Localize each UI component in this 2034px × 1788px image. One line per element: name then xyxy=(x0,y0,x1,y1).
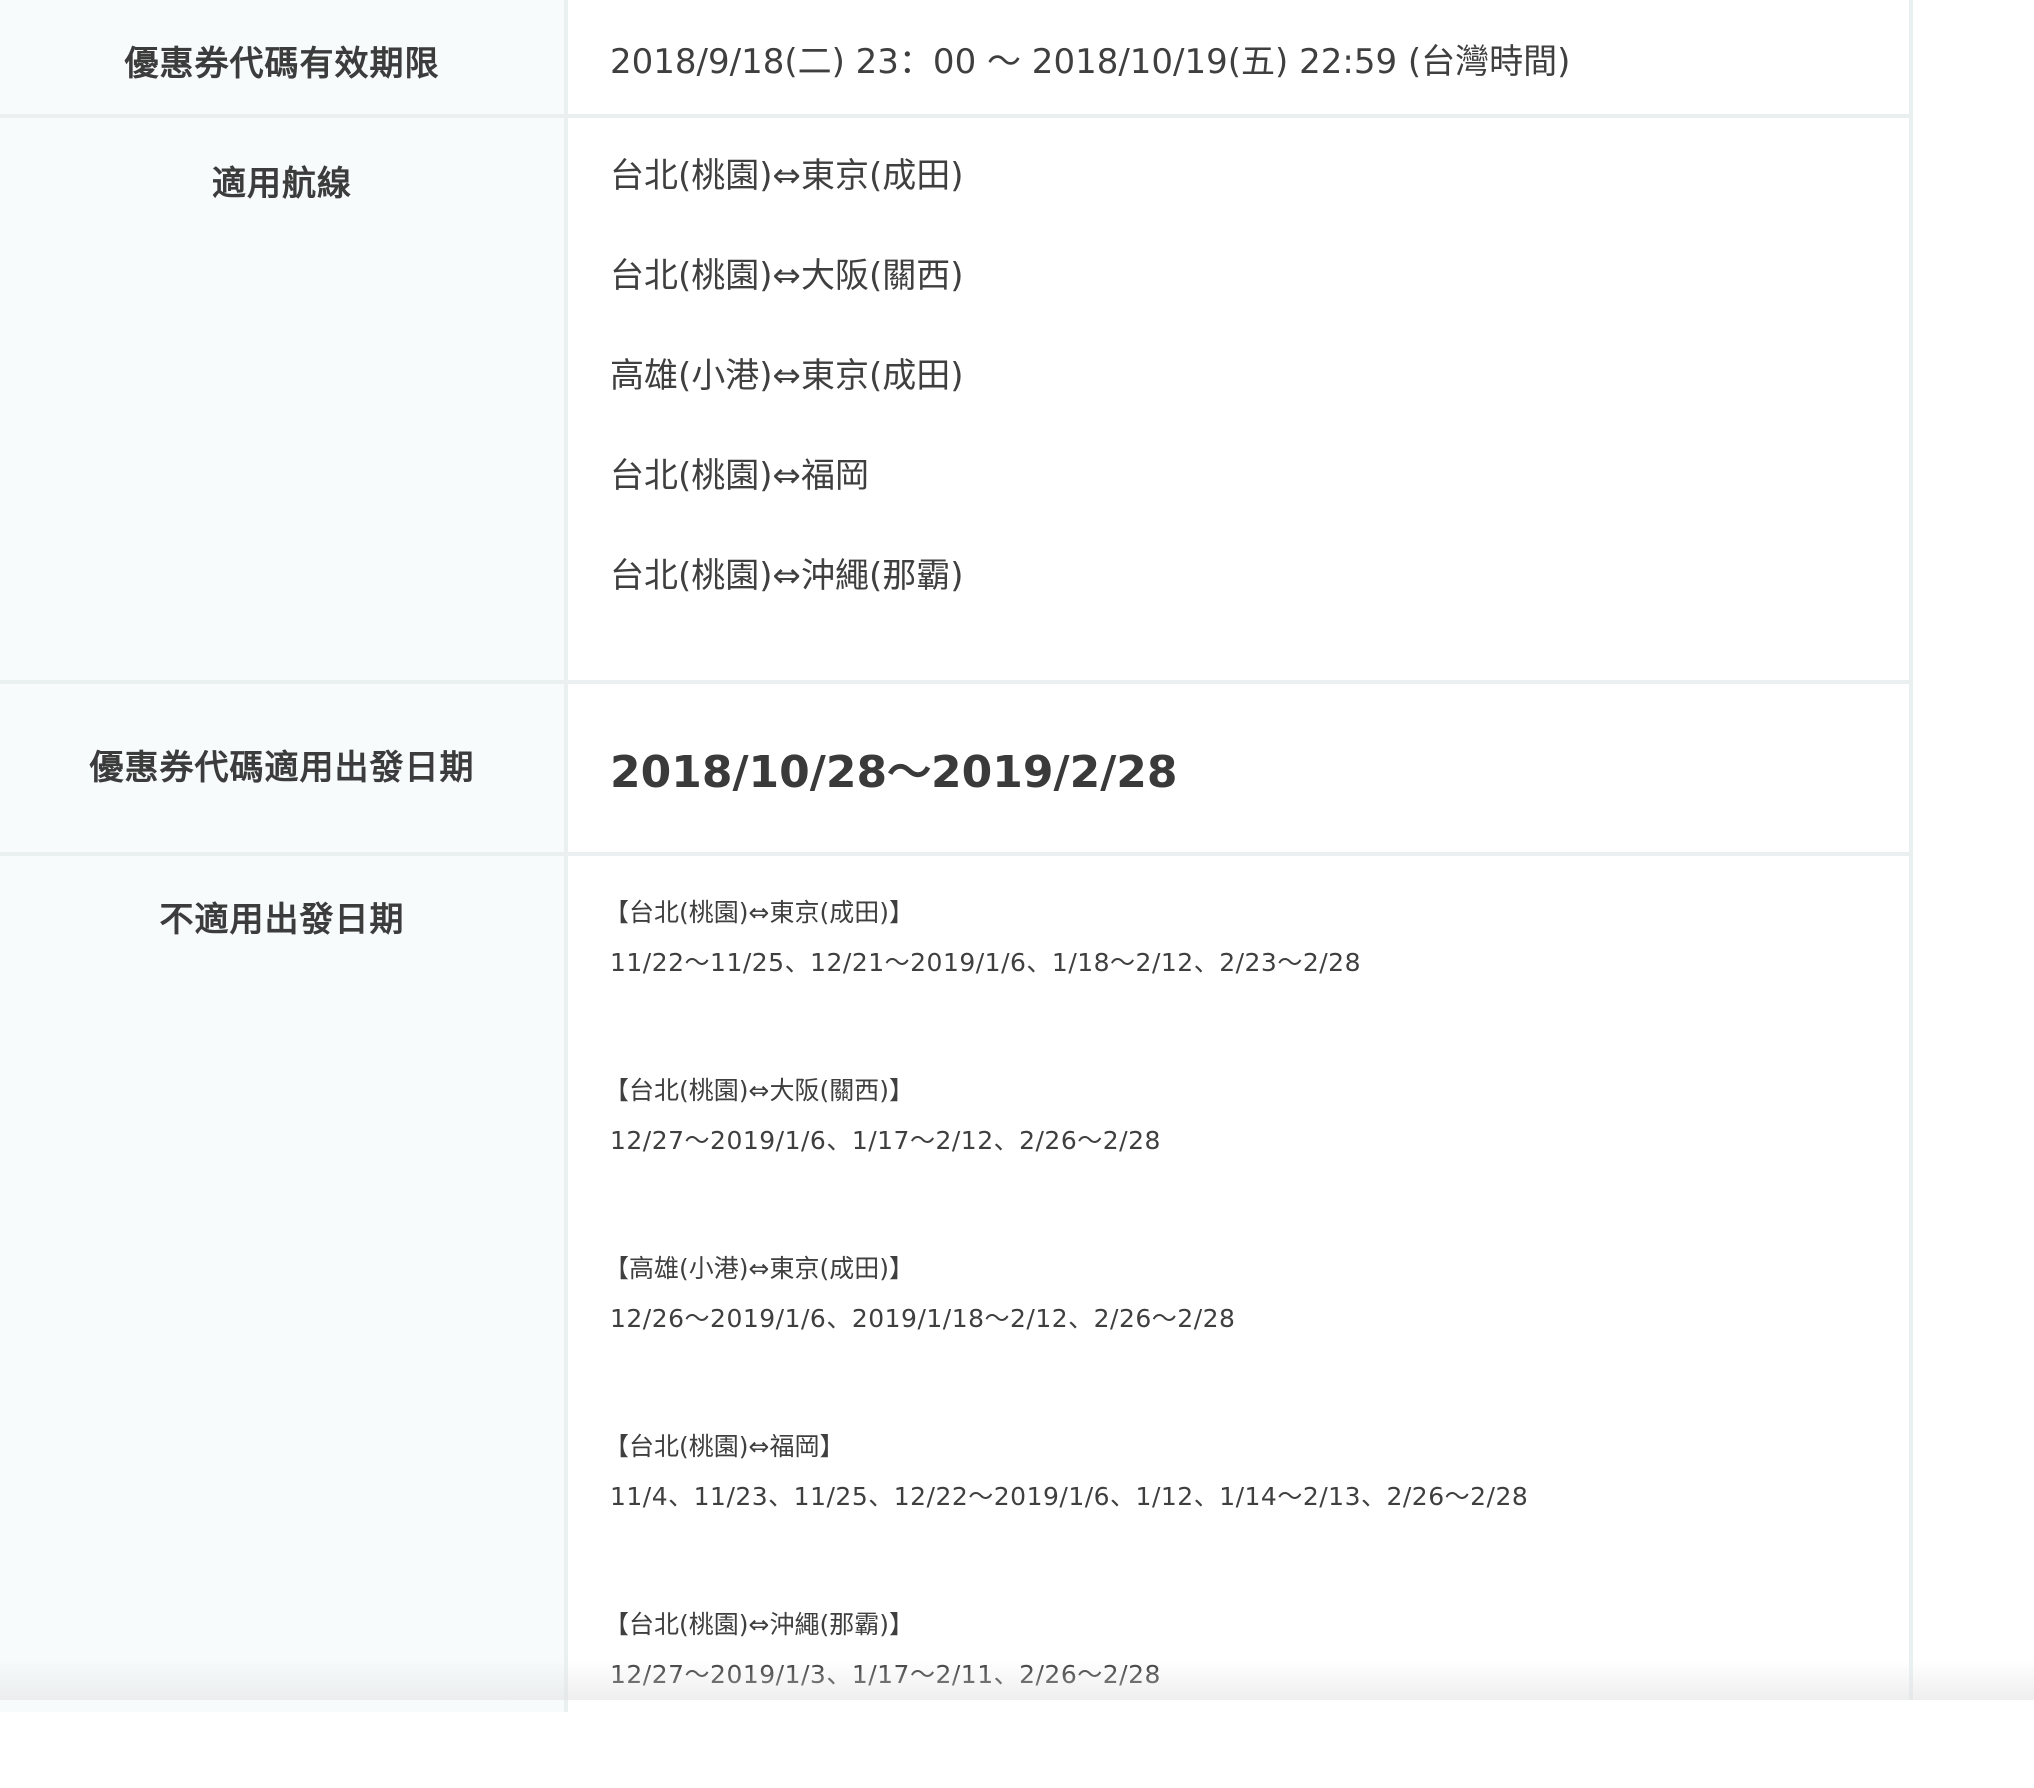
blackout-route: 【台北(桃園)⇔大阪(關西)】 xyxy=(604,1076,1913,1126)
routes-row: 適用航線 台北(桃園)⇔東京(成田) 台北(桃園)⇔大阪(關西) 高雄(小港)⇔… xyxy=(0,114,1913,682)
blackout-dates: 12/26〜2019/1/6、2019/1/18〜2/12、2/26〜2/28 xyxy=(610,1304,1913,1334)
blackout-label: 不適用出發日期 xyxy=(0,856,568,1712)
route-item: 台北(桃園)⇔福岡 xyxy=(610,454,1913,554)
routes-list: 台北(桃園)⇔東京(成田) 台北(桃園)⇔大阪(關西) 高雄(小港)⇔東京(成田… xyxy=(568,118,1913,682)
blackout-list: 【台北(桃園)⇔東京(成田)】 11/22〜11/25、12/21〜2019/1… xyxy=(568,856,1913,1712)
blackout-route: 【台北(桃園)⇔東京(成田)】 xyxy=(604,898,1913,948)
route-item: 台北(桃園)⇔東京(成田) xyxy=(610,154,1913,254)
blackout-item: 【高雄(小港)⇔東京(成田)】 12/26〜2019/1/6、2019/1/18… xyxy=(610,1254,1913,1432)
blackout-dates: 12/27〜2019/1/3、1/17〜2/11、2/26〜2/28 xyxy=(610,1660,1913,1690)
route-item: 台北(桃園)⇔沖繩(那霸) xyxy=(610,554,1913,654)
departure-row: 優惠券代碼適用出發日期 2018/10/28〜2019/2/28 xyxy=(0,680,1913,854)
departure-label: 優惠券代碼適用出發日期 xyxy=(0,684,568,854)
blackout-row: 不適用出發日期 【台北(桃園)⇔東京(成田)】 11/22〜11/25、12/2… xyxy=(0,852,1913,1712)
routes-label: 適用航線 xyxy=(0,118,568,682)
blackout-item: 【台北(桃園)⇔東京(成田)】 11/22〜11/25、12/21〜2019/1… xyxy=(610,898,1913,1076)
departure-value: 2018/10/28〜2019/2/28 xyxy=(568,684,1913,854)
validity-row: 優惠券代碼有效期限 2018/9/18(二) 23：00 〜 2018/10/1… xyxy=(0,0,1913,116)
blackout-dates: 11/22〜11/25、12/21〜2019/1/6、1/18〜2/12、2/2… xyxy=(610,948,1913,978)
blackout-route: 【高雄(小港)⇔東京(成田)】 xyxy=(604,1254,1913,1304)
blackout-dates: 12/27〜2019/1/6、1/17〜2/12、2/26〜2/28 xyxy=(610,1126,1913,1156)
blackout-dates: 11/4、11/23、11/25、12/22〜2019/1/6、1/12、1/1… xyxy=(610,1482,1913,1512)
route-item: 高雄(小港)⇔東京(成田) xyxy=(610,354,1913,454)
blackout-route: 【台北(桃園)⇔福岡】 xyxy=(604,1432,1913,1482)
validity-label: 優惠券代碼有效期限 xyxy=(0,0,568,116)
promo-conditions-table: 優惠券代碼有效期限 2018/9/18(二) 23：00 〜 2018/10/1… xyxy=(0,0,1913,1700)
blackout-item: 【台北(桃園)⇔大阪(關西)】 12/27〜2019/1/6、1/17〜2/12… xyxy=(610,1076,1913,1254)
blackout-item: 【台北(桃園)⇔福岡】 11/4、11/23、11/25、12/22〜2019/… xyxy=(610,1432,1913,1610)
route-item: 台北(桃園)⇔大阪(關西) xyxy=(610,254,1913,354)
validity-value: 2018/9/18(二) 23：00 〜 2018/10/19(五) 22:59… xyxy=(568,0,1913,116)
blackout-item: 【台北(桃園)⇔沖繩(那霸)】 12/27〜2019/1/3、1/17〜2/11… xyxy=(610,1610,1913,1788)
blackout-route: 【台北(桃園)⇔沖繩(那霸)】 xyxy=(604,1610,1913,1660)
